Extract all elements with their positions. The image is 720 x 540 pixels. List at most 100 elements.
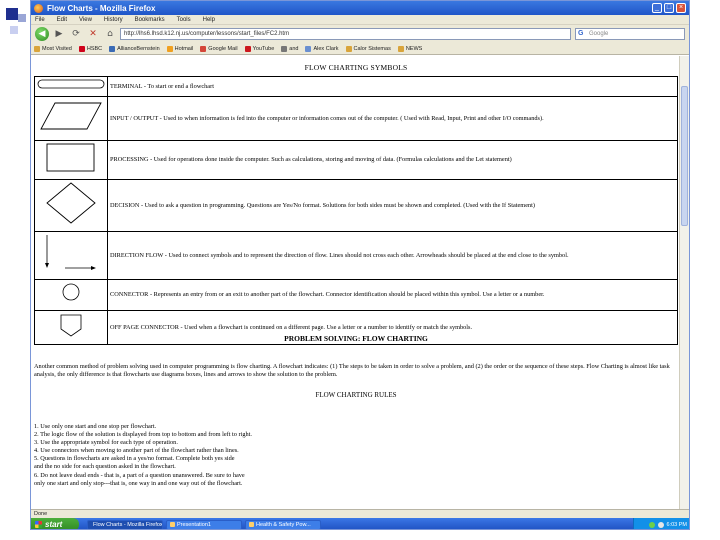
menu-bar: File Edit View History Bookmarks Tools H…	[31, 15, 689, 25]
bookmark-icon	[166, 45, 173, 52]
page-title: FLOW CHARTING SYMBOLS	[304, 63, 408, 72]
bookmark-label: Calor Sistemas	[353, 45, 391, 52]
bookmark-label: Most Visited	[42, 45, 72, 52]
bookmark-icon	[109, 45, 116, 52]
symbols-table: TERMINAL - To start or end a flowchart I…	[34, 76, 678, 345]
diamond-symbol	[46, 182, 96, 224]
bookmark-item[interactable]: Most Visited	[34, 45, 72, 52]
bookmark-label: HSBC	[86, 45, 103, 52]
bookmark-icon	[397, 45, 404, 52]
bookmark-item[interactable]: and	[281, 45, 299, 52]
table-row: DECISION - Used to ask a question in pro…	[34, 179, 678, 232]
symbol-decision	[34, 179, 108, 232]
bookmark-item[interactable]: Calor Sistemas	[345, 45, 391, 52]
bookmark-label: Alex Clark	[313, 45, 339, 52]
home-button[interactable]: ⌂	[103, 27, 117, 41]
stop-button[interactable]: ✕	[86, 27, 100, 41]
bookmark-item[interactable]: HSBC	[78, 45, 103, 52]
menu-history[interactable]: History	[104, 17, 123, 23]
google-icon: G	[578, 30, 584, 37]
url-bar[interactable]: http://lhs6.lhsd.k12.nj.us/computer/less…	[120, 28, 571, 40]
system-tray: 6:03 PM	[633, 518, 689, 529]
parallelogram-symbol	[40, 102, 102, 130]
bookmark-icon	[34, 45, 40, 52]
list-item: 5. Questions in flowcharts are asked in …	[34, 455, 235, 463]
taskbar-item-label: Flow Charts - Mozilla Firefox	[93, 521, 163, 528]
symbol-description: TERMINAL - To start or end a flowchart	[107, 76, 678, 97]
table-row: PROCESSING - Used for operations done in…	[34, 140, 678, 180]
taskbar-item-presentation[interactable]: Presentation1	[166, 519, 242, 529]
symbol-description: PROCESSING - Used for operations done in…	[107, 140, 678, 180]
taskbar-item-firefox[interactable]: Flow Charts - Mozilla Firefox	[87, 519, 163, 529]
bookmark-label: and	[289, 45, 299, 52]
table-row: DIRECTION FLOW - Used to connect symbols…	[34, 231, 678, 280]
navigation-bar: ◀ ▶ ⟳ ✕ ⌂ http://lhs6.lhsd.k12.nj.us/com…	[31, 25, 689, 43]
list-item: 6. Do not leave dead ends - that is, a p…	[34, 471, 245, 479]
menu-edit[interactable]: Edit	[57, 17, 67, 23]
table-row: CONNECTOR - Represents an entry from or …	[34, 279, 678, 311]
list-item: only one start and only stop---that is, …	[34, 479, 243, 487]
list-item: 2. The logic flow of the solution is dis…	[34, 431, 252, 439]
network-icon[interactable]	[648, 521, 655, 528]
decoration-square	[6, 8, 18, 20]
maximize-button[interactable]: □	[664, 3, 674, 13]
firefox-icon	[34, 3, 43, 13]
symbol-description: CONNECTOR - Represents an entry from or …	[107, 279, 678, 311]
bookmark-label: YouTube	[252, 45, 275, 52]
bookmark-item[interactable]: YouTube	[244, 45, 275, 52]
bookmark-icon	[78, 45, 85, 52]
list-item: 3. Use the appropriate symbol for each t…	[34, 439, 178, 447]
bookmark-label: Hotmail	[174, 45, 194, 52]
bookmark-item[interactable]: Google Mail	[200, 45, 238, 52]
symbol-description: DIRECTION FLOW - Used to connect symbols…	[107, 231, 678, 280]
table-row: TERMINAL - To start or end a flowchart	[34, 76, 678, 97]
windows-logo-icon	[35, 521, 42, 528]
terminal-symbol	[37, 79, 105, 89]
intro-paragraph: Another common method of problem solving…	[34, 363, 670, 378]
menu-bookmarks[interactable]: Bookmarks	[135, 17, 165, 23]
section-title: PROBLEM SOLVING: FLOW CHARTING	[284, 334, 428, 343]
start-label: start	[45, 520, 63, 529]
bookmark-label: AllianceBernstein	[117, 45, 160, 52]
bookmark-item[interactable]: NEWS	[397, 45, 422, 52]
search-input[interactable]: G Google	[575, 28, 685, 40]
back-button[interactable]: ◀	[35, 27, 49, 41]
bookmark-item[interactable]: Alex Clark	[305, 45, 339, 52]
bookmark-item[interactable]: Hotmail	[166, 45, 194, 52]
circle-symbol	[62, 283, 80, 301]
vertical-scrollbar[interactable]	[679, 56, 689, 509]
menu-tools[interactable]: Tools	[177, 17, 191, 23]
bookmarks-toolbar: Most Visited HSBC AllianceBernstein Hotmail…	[31, 43, 689, 55]
menu-view[interactable]: View	[79, 17, 92, 23]
taskbar-item-health-safety[interactable]: Health & Safety Pow...	[245, 519, 321, 529]
start-button[interactable]: start	[31, 518, 79, 529]
powerpoint-task-icon	[170, 522, 175, 527]
bookmark-icon	[305, 45, 312, 52]
menu-file[interactable]: File	[35, 17, 45, 23]
clock: 6:03 PM	[666, 521, 687, 528]
page-content: FLOW CHARTING SYMBOLS TERMINAL - To star…	[31, 56, 681, 509]
scrollbar-thumb[interactable]	[681, 86, 688, 226]
symbol-direction-flow	[34, 231, 108, 280]
menu-help[interactable]: Help	[203, 17, 215, 23]
rectangle-symbol	[46, 143, 95, 172]
bookmark-item[interactable]: AllianceBernstein	[109, 45, 160, 52]
symbol-processing	[34, 140, 108, 180]
title-bar: Flow Charts - Mozilla Firefox _ □ ×	[31, 1, 689, 15]
search-placeholder: Google	[589, 31, 609, 37]
browser-window: Flow Charts - Mozilla Firefox _ □ × File…	[30, 0, 690, 530]
close-button[interactable]: ×	[676, 3, 686, 13]
arrows-symbol	[45, 235, 96, 270]
list-item: and the no side for each question asked …	[34, 463, 176, 471]
forward-button[interactable]: ▶	[52, 27, 66, 41]
bookmark-icon	[345, 45, 352, 52]
volume-icon[interactable]	[657, 521, 664, 528]
symbol-terminal	[34, 76, 108, 97]
taskbar-item-label: Presentation1	[177, 521, 211, 528]
table-row: INPUT / OUTPUT - Used to when informatio…	[34, 96, 678, 141]
symbol-connector	[34, 279, 108, 311]
reload-button[interactable]: ⟳	[69, 27, 83, 41]
minimize-button[interactable]: _	[652, 3, 662, 13]
decoration-square	[18, 14, 26, 22]
window-title: Flow Charts - Mozilla Firefox	[47, 3, 156, 13]
